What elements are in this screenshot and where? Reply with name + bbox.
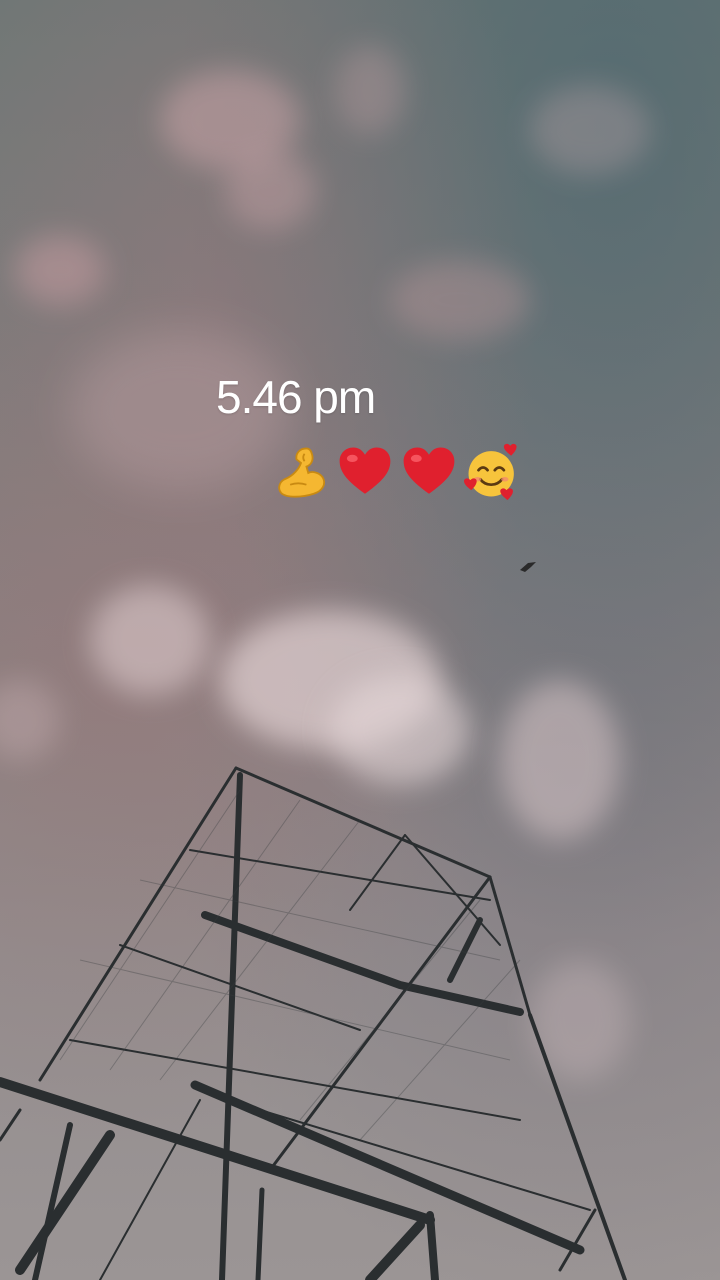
bird-icon <box>520 562 536 572</box>
red-heart-icon <box>403 447 455 494</box>
red-heart-icon <box>339 447 391 494</box>
clouds <box>0 45 650 1080</box>
cage-structure <box>0 766 627 1280</box>
time-caption: 5.46 pm <box>216 371 376 423</box>
story-canvas: 5.46 pm <box>0 0 720 1280</box>
emoji-sticker-row <box>272 440 522 504</box>
smiling-face-with-hearts-icon <box>464 443 517 501</box>
flexed-biceps-icon <box>278 447 326 498</box>
net-mesh <box>59 789 521 1141</box>
sky-background <box>0 45 650 1280</box>
